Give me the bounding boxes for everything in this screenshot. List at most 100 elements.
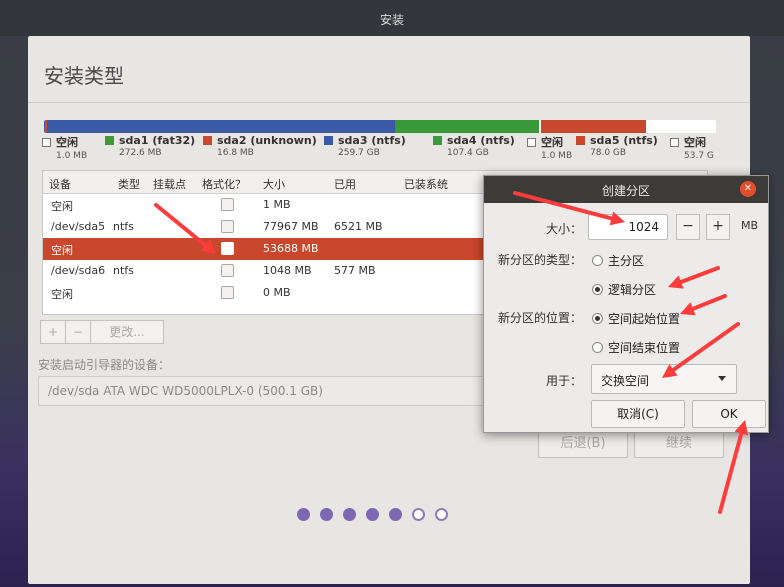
col-device[interactable]: 设备 (49, 176, 71, 192)
radio-location-start-indicator[interactable] (592, 313, 603, 324)
legend-label: sda1 (fat32) (119, 134, 196, 147)
legend-label: 空闲 (56, 136, 78, 149)
partition-bar-segment (645, 120, 716, 133)
legend-item: 空闲 1.0 MB (527, 134, 572, 161)
partition-type-label: 新分区的类型： (497, 253, 582, 267)
boot-device-value: /dev/sda ATA WDC WD5000LPLX-0 (500.1 GB) (48, 384, 323, 398)
legend-size: 16.8 MB (217, 148, 254, 158)
cell-type: ntfs (113, 264, 134, 277)
legend-label: sda5 (ntfs) (590, 134, 658, 147)
legend-label: sda4 (ntfs) (447, 134, 515, 147)
legend-swatch (324, 136, 333, 145)
partition-bar-segment (540, 120, 646, 133)
legend-item: sda1 (fat32) 272.6 MB (105, 134, 195, 158)
cell-size: 1048 MB (263, 264, 312, 277)
col-type[interactable]: 类型 (118, 176, 140, 192)
back-button[interactable]: 后退(B) (538, 430, 628, 458)
legend-item: 空闲 1.0 MB (42, 134, 87, 161)
legend-item: sda4 (ntfs) 107.4 GB (433, 134, 515, 158)
title-divider (28, 102, 750, 103)
cell-device: /dev/sda6 (51, 264, 106, 277)
add-partition-button[interactable]: + (40, 320, 66, 344)
col-size[interactable]: 大小 (263, 176, 285, 192)
progress-dot (343, 508, 356, 521)
legend-label: sda2 (unknown) (217, 134, 317, 147)
legend-label: sda3 (ntfs) (338, 134, 406, 147)
radio-logical[interactable]: 逻辑分区 (592, 281, 656, 298)
cell-device: 空闲 (51, 244, 73, 257)
radio-location-end[interactable]: 空间结束位置 (592, 339, 680, 356)
col-used[interactable]: 已用 (334, 176, 356, 192)
format-checkbox[interactable] (221, 220, 234, 233)
radio-primary-label: 主分区 (608, 254, 645, 268)
remove-partition-button[interactable]: − (65, 320, 91, 344)
radio-primary-indicator[interactable] (592, 255, 603, 266)
legend-size: 78.0 GB (590, 148, 627, 158)
table-buttons: + − 更改... (40, 320, 164, 344)
radio-logical-indicator[interactable] (592, 284, 603, 295)
size-input[interactable]: 1024 (588, 214, 668, 240)
legend-swatch (105, 136, 114, 145)
dialog-header: 创建分区 ✕ (484, 176, 768, 203)
legend-size: 1.0 MB (56, 151, 88, 161)
cell-device: 空闲 (51, 200, 73, 213)
size-unit: MB (741, 219, 759, 232)
partition-bar-segment (395, 120, 540, 133)
size-value: 1024 (628, 220, 659, 234)
progress-dot (435, 508, 448, 521)
cell-size: 53688 MB (263, 242, 319, 255)
col-format[interactable]: 格式化？ (202, 176, 246, 192)
cell-device: /dev/sda5 (51, 220, 106, 233)
dialog-title: 创建分区 (601, 184, 650, 198)
legend-size: 107.4 GB (447, 148, 489, 158)
radio-location-end-label: 空间结束位置 (608, 341, 681, 355)
boot-device-label: 安装启动引导器的设备： (38, 358, 171, 372)
legend-swatch (433, 136, 442, 145)
use-as-value: 交换空间 (601, 374, 650, 388)
cell-size: 0 MB (263, 286, 291, 299)
radio-location-end-indicator[interactable] (592, 342, 603, 353)
format-checkbox[interactable] (221, 264, 234, 277)
partition-location-label: 新分区的位置： (497, 311, 582, 325)
cell-used: 577 MB (334, 264, 376, 277)
legend-label: 空闲 (684, 136, 706, 149)
ok-button[interactable]: OK (692, 400, 766, 428)
legend-size: 53.7 G (684, 151, 714, 161)
size-label: 大小： (545, 222, 582, 236)
cell-size: 1 MB (263, 198, 291, 211)
size-increase-button[interactable]: + (706, 214, 730, 240)
size-decrease-button[interactable]: − (676, 214, 700, 240)
format-checkbox[interactable] (221, 198, 234, 211)
radio-location-start-label: 空间起始位置 (608, 312, 681, 326)
top-bar: 安装 (0, 0, 784, 36)
legend-swatch (203, 136, 212, 145)
cell-device: 空闲 (51, 288, 73, 301)
cancel-button[interactable]: 取消(C) (591, 400, 685, 428)
legend-size: 1.0 MB (541, 151, 573, 161)
partition-bar (44, 120, 716, 133)
create-partition-dialog: 创建分区 ✕ 大小： 1024 − + MB 新分区的类型： 主分区 逻辑分区 … (483, 175, 769, 433)
legend-swatch (576, 136, 585, 145)
legend-item: sda2 (unknown) 16.8 MB (203, 134, 317, 158)
format-checkbox[interactable] (221, 286, 234, 299)
chevron-down-icon (718, 376, 726, 381)
radio-location-start[interactable]: 空间起始位置 (592, 310, 680, 327)
cell-used: 6521 MB (334, 220, 383, 233)
legend-size: 259.7 GB (338, 148, 380, 158)
col-system[interactable]: 已装系统 (404, 176, 448, 192)
col-mount[interactable]: 挂载点 (153, 176, 186, 192)
legend-size: 272.6 MB (119, 148, 162, 158)
cell-size: 77967 MB (263, 220, 319, 233)
radio-primary[interactable]: 主分区 (592, 252, 644, 269)
use-as-select[interactable]: 交换空间 (591, 364, 737, 394)
partition-legend: 空闲 1.0 MB sda1 (fat32) 272.6 MB sda2 (unknow… (42, 134, 732, 168)
progress-dot (389, 508, 402, 521)
progress-dot (412, 508, 425, 521)
legend-item: sda3 (ntfs) 259.7 GB (324, 134, 406, 158)
format-checkbox[interactable] (221, 242, 234, 255)
installer-title: 安装 (379, 13, 404, 27)
change-partition-button[interactable]: 更改... (90, 320, 164, 344)
close-icon[interactable]: ✕ (740, 181, 756, 197)
page-title: 安装类型 (44, 64, 124, 88)
continue-button[interactable]: 继续 (634, 430, 724, 458)
